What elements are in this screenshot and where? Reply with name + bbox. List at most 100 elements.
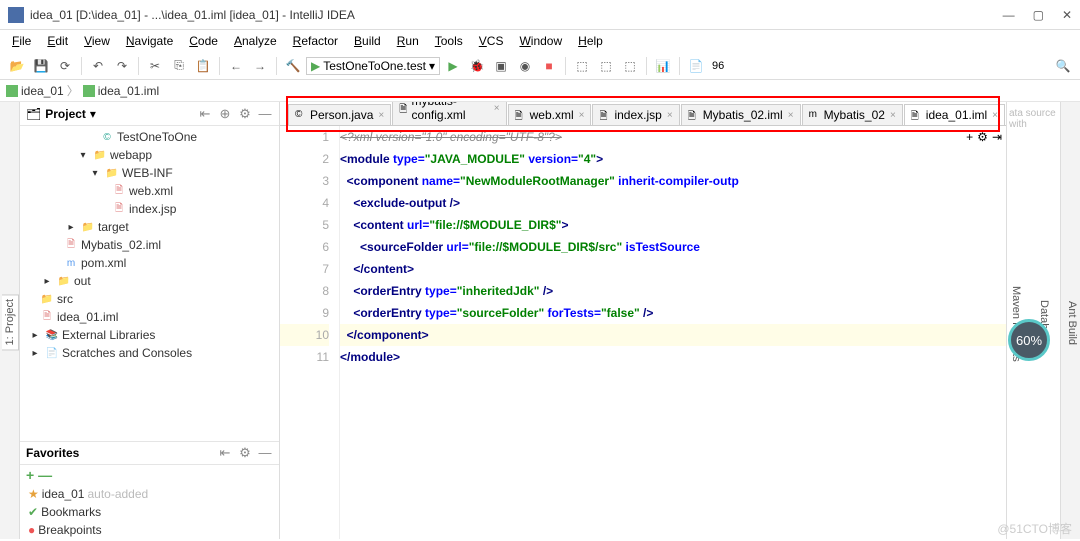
window-title: idea_01 [D:\idea_01] - ...\idea_01.iml […: [30, 8, 1003, 22]
editor-tab[interactable]: 🗎mybatis-config.xml×: [392, 102, 506, 125]
menu-code[interactable]: Code: [183, 32, 224, 50]
editor[interactable]: 1234567891011 <?xml version="1.0" encodi…: [280, 126, 1006, 539]
cut-icon[interactable]: ✂: [144, 55, 166, 77]
ed-gear-icon[interactable]: ⚙: [977, 130, 988, 144]
editor-tab[interactable]: mMybatis_02×: [802, 104, 903, 125]
paste-icon[interactable]: 📋: [192, 55, 214, 77]
editor-area: ©Person.java×🗎mybatis-config.xml×🗎web.xm…: [280, 102, 1006, 539]
menu-window[interactable]: Window: [513, 32, 568, 50]
tree-row[interactable]: ▸📁out: [20, 272, 279, 290]
stop-icon[interactable]: ■: [538, 55, 560, 77]
project-panel-title: Project: [45, 107, 86, 121]
copy-icon[interactable]: ⎘: [168, 55, 190, 77]
tool3-icon[interactable]: ⬚: [619, 55, 641, 77]
favorites-panel: + — ★idea_01 auto-added✔Bookmarks●Breakp…: [20, 465, 279, 539]
maximize-button[interactable]: ▢: [1033, 8, 1044, 22]
editor-tab[interactable]: ©Person.java×: [288, 104, 391, 125]
menu-analyze[interactable]: Analyze: [228, 32, 283, 50]
menu-tools[interactable]: Tools: [429, 32, 469, 50]
tree-row[interactable]: 🗎Mybatis_02.iml: [20, 236, 279, 254]
project-panel-header: 🗂 Project ▾ ⇤ ⊕ ⚙ —: [20, 102, 279, 126]
tree-row[interactable]: 🗎idea_01.iml: [20, 308, 279, 326]
breadcrumb-item[interactable]: idea_01.iml: [83, 84, 159, 98]
target-icon[interactable]: ⊕: [217, 106, 233, 122]
forward-icon[interactable]: →: [249, 55, 271, 77]
favorite-item[interactable]: ●Breakpoints: [20, 521, 279, 539]
menu-refactor[interactable]: Refactor: [287, 32, 344, 50]
add-favorite-button[interactable]: + —: [20, 465, 279, 485]
menu-file[interactable]: File: [6, 32, 37, 50]
window-controls: — ▢ ✕: [1003, 8, 1072, 22]
favorite-item[interactable]: ★idea_01 auto-added: [20, 485, 279, 503]
tab-close-icon[interactable]: ×: [579, 110, 585, 121]
menu-edit[interactable]: Edit: [41, 32, 74, 50]
editor-toolbar: + ⚙ ⇥: [966, 130, 1002, 144]
chevron-down-icon[interactable]: ▾: [90, 107, 96, 121]
code-content[interactable]: <?xml version="1.0" encoding="UTF-8"?><m…: [340, 126, 1006, 539]
editor-tab[interactable]: 🗎idea_01.iml×: [904, 104, 1005, 125]
tab-close-icon[interactable]: ×: [494, 103, 500, 114]
menu-run[interactable]: Run: [391, 32, 425, 50]
tool1-icon[interactable]: ⬚: [571, 55, 593, 77]
fav-hide-icon[interactable]: —: [257, 445, 273, 461]
fav-gear-icon[interactable]: ⚙: [237, 445, 253, 461]
open-icon[interactable]: 📂: [6, 55, 28, 77]
breadcrumb: idea_01 〉 idea_01.iml: [0, 80, 1080, 102]
tool4-icon[interactable]: 📊: [652, 55, 674, 77]
project-tree[interactable]: ©TestOneToOne▾📁webapp▾📁WEB-INF🗎web.xml🗎i…: [20, 126, 279, 441]
titlebar: idea_01 [D:\idea_01] - ...\idea_01.iml […: [0, 0, 1080, 30]
tab-close-icon[interactable]: ×: [378, 110, 384, 121]
menu-vcs[interactable]: VCS: [473, 32, 510, 50]
ed-pin-icon[interactable]: ⇥: [992, 130, 1002, 144]
coverage-icon[interactable]: ▣: [490, 55, 512, 77]
menubar: FileEditViewNavigateCodeAnalyzeRefactorB…: [0, 30, 1080, 52]
tree-row[interactable]: mpom.xml: [20, 254, 279, 272]
favorites-panel-header: Favorites ⇤ ⚙ —: [20, 441, 279, 465]
tab-close-icon[interactable]: ×: [667, 110, 673, 121]
fav-collapse-icon[interactable]: ⇤: [217, 445, 233, 461]
left-tab-1-project[interactable]: 1: Project: [2, 294, 19, 350]
tree-row[interactable]: ▾📁webapp: [20, 146, 279, 164]
tab-close-icon[interactable]: ×: [788, 110, 794, 121]
tree-row[interactable]: ©TestOneToOne: [20, 128, 279, 146]
right-tab-ant-build[interactable]: Ant Build: [1064, 297, 1080, 349]
minimize-button[interactable]: —: [1003, 8, 1015, 22]
gear-icon[interactable]: ⚙: [237, 106, 253, 122]
profile-icon[interactable]: ◉: [514, 55, 536, 77]
menu-help[interactable]: Help: [572, 32, 609, 50]
refresh-icon[interactable]: ⟳: [54, 55, 76, 77]
menu-build[interactable]: Build: [348, 32, 387, 50]
ed-plus-icon[interactable]: +: [966, 130, 973, 144]
tree-row[interactable]: ▾📁WEB-INF: [20, 164, 279, 182]
redo-icon[interactable]: ↷: [111, 55, 133, 77]
tree-row[interactable]: 📁src: [20, 290, 279, 308]
editor-tab[interactable]: 🗎web.xml×: [508, 104, 592, 125]
progress-badge[interactable]: 60%: [1008, 319, 1050, 361]
menu-navigate[interactable]: Navigate: [120, 32, 179, 50]
undo-icon[interactable]: ↶: [87, 55, 109, 77]
run-icon[interactable]: ▶: [442, 55, 464, 77]
editor-tab[interactable]: 🗎index.jsp×: [592, 104, 679, 125]
collapse-icon[interactable]: ⇤: [197, 106, 213, 122]
editor-tab[interactable]: 🗎Mybatis_02.iml×: [681, 104, 801, 125]
tree-row[interactable]: ▸📚External Libraries: [20, 326, 279, 344]
hammer-icon[interactable]: 🔨: [282, 55, 304, 77]
search-icon[interactable]: 🔍: [1052, 55, 1074, 77]
tree-row[interactable]: 🗎index.jsp: [20, 200, 279, 218]
favorite-item[interactable]: ✔Bookmarks: [20, 503, 279, 521]
close-button[interactable]: ✕: [1062, 8, 1072, 22]
tab-close-icon[interactable]: ×: [992, 110, 998, 121]
tree-row[interactable]: ▸📄Scratches and Consoles: [20, 344, 279, 362]
tab-close-icon[interactable]: ×: [890, 110, 896, 121]
tree-row[interactable]: 🗎web.xml: [20, 182, 279, 200]
menu-view[interactable]: View: [78, 32, 116, 50]
tool5-icon[interactable]: 📄: [685, 55, 707, 77]
run-config-select[interactable]: ▶TestOneToOne.test▾: [306, 57, 440, 75]
hide-icon[interactable]: —: [257, 106, 273, 122]
tool2-icon[interactable]: ⬚: [595, 55, 617, 77]
save-icon[interactable]: 💾: [30, 55, 52, 77]
breadcrumb-item[interactable]: idea_01 〉: [6, 82, 79, 99]
debug-icon[interactable]: 🐞: [466, 55, 488, 77]
back-icon[interactable]: ←: [225, 55, 247, 77]
tree-row[interactable]: ▸📁target: [20, 218, 279, 236]
